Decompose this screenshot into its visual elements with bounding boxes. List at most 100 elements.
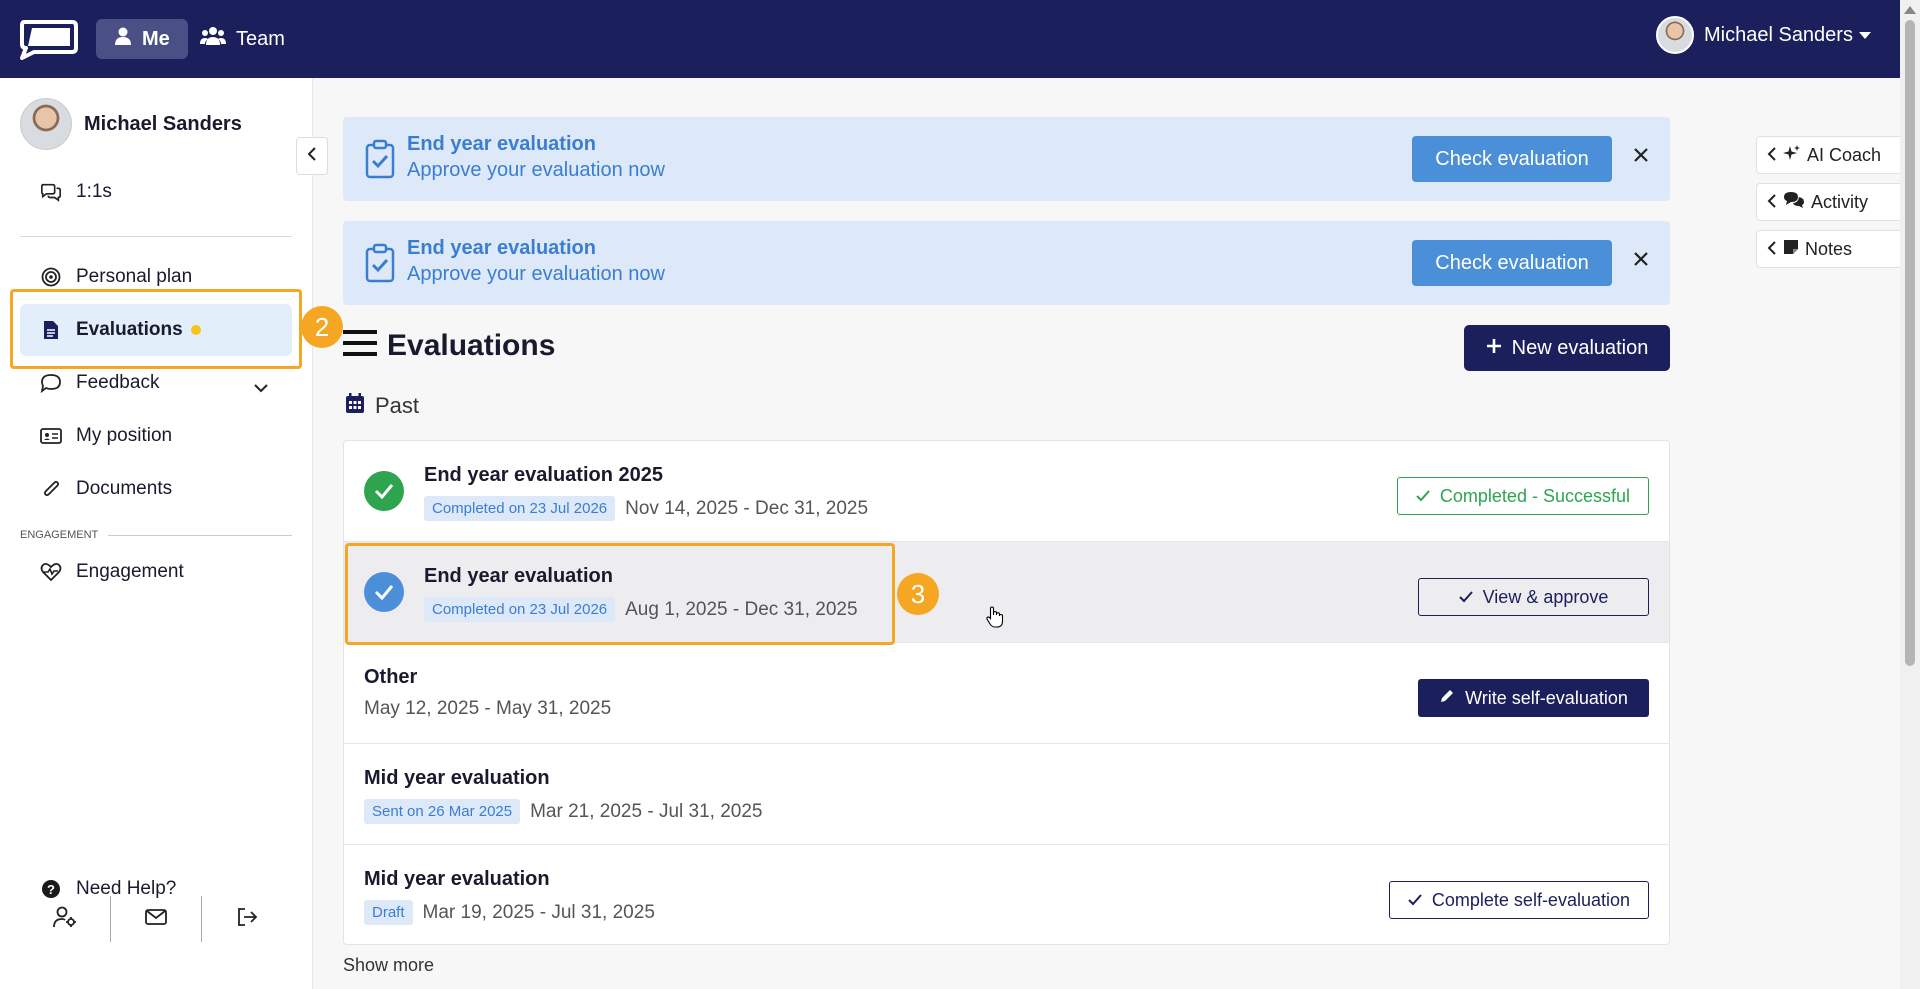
notes-label: Notes	[1805, 238, 1853, 259]
messages-button[interactable]	[111, 896, 201, 942]
target-icon	[40, 266, 62, 288]
sidebar-item-label: Documents	[76, 478, 173, 499]
pencil-icon	[1439, 688, 1455, 709]
chevron-left-icon	[1767, 145, 1777, 166]
id-card-icon	[40, 425, 62, 447]
list-item[interactable]: End year evaluation 2025 Completed on 23…	[344, 441, 1669, 542]
scroll-up-icon[interactable]	[1904, 6, 1916, 14]
evaluation-title: Other	[364, 666, 418, 688]
section-heading-past: Past	[345, 392, 419, 420]
list-item[interactable]: Mid year evaluation Draft Mar 19, 2025 -…	[344, 845, 1669, 946]
list-item[interactable]: Mid year evaluation Sent on 26 Mar 2025 …	[344, 744, 1669, 845]
caret-down-icon	[1858, 31, 1871, 39]
logout-button[interactable]	[202, 896, 292, 942]
sidebar-profile[interactable]: Michael Sanders	[20, 98, 242, 150]
banner-title: End year evaluation	[407, 237, 596, 259]
evaluation-meta: May 12, 2025 - May 31, 2025	[364, 698, 611, 720]
ai-coach-label: AI Coach	[1807, 144, 1882, 165]
evaluation-meta: Sent on 26 Mar 2025 Mar 21, 2025 - Jul 3…	[364, 799, 762, 824]
write-self-evaluation-button[interactable]: Write self-evaluation	[1418, 679, 1649, 717]
sidebar-item-documents[interactable]: Documents	[20, 463, 292, 515]
evaluation-meta: Completed on 23 Jul 2026 Nov 14, 2025 - …	[424, 496, 868, 521]
chevron-down-icon[interactable]	[254, 377, 268, 399]
user-icon	[114, 27, 132, 51]
chevron-left-icon	[1767, 239, 1777, 260]
evaluation-dates: May 12, 2025 - May 31, 2025	[364, 698, 612, 719]
sticky-note-icon	[1783, 239, 1799, 260]
sidebar-item-label: Engagement	[76, 561, 184, 582]
team-icon	[200, 26, 226, 52]
evaluation-banner: End year evaluation Approve your evaluat…	[343, 117, 1670, 201]
sidebar-item-engagement[interactable]: Engagement	[20, 546, 292, 598]
evaluation-dates: Nov 14, 2025 - Dec 31, 2025	[625, 497, 869, 519]
user-settings-button[interactable]	[20, 896, 110, 942]
banner-subtitle: Approve your evaluation now	[407, 159, 665, 181]
banner-subtitle: Approve your evaluation now	[407, 263, 665, 285]
scroll-thumb[interactable]	[1905, 20, 1915, 666]
check-icon	[1416, 486, 1430, 507]
view-approve-button[interactable]: View & approve	[1418, 578, 1649, 616]
plus-icon	[1486, 337, 1502, 360]
status-badge: Sent on 26 Mar 2025	[364, 799, 521, 824]
sidebar-item-my-position[interactable]: My position	[20, 410, 292, 462]
evaluation-title: Mid year evaluation	[364, 767, 550, 789]
profile-name: Michael Sanders	[84, 112, 242, 135]
check-evaluation-button[interactable]: Check evaluation	[1412, 136, 1612, 182]
highlight-box	[345, 543, 895, 645]
nav-team-button[interactable]: Team	[200, 19, 285, 59]
section-heading-label: Past	[375, 393, 420, 418]
top-navbar: Me Team Michael Sanders	[0, 0, 1900, 78]
status-badge: Completed on 23 Jul 2026	[424, 496, 616, 521]
notes-tab[interactable]: Notes	[1756, 230, 1900, 268]
divider	[20, 236, 292, 237]
completed-status-button[interactable]: Completed - Successful	[1396, 477, 1649, 515]
avatar	[20, 98, 72, 150]
avatar	[1656, 16, 1694, 54]
status-badge: Draft	[364, 900, 413, 925]
new-evaluation-button[interactable]: New evaluation	[1464, 325, 1670, 371]
list-item[interactable]: Other May 12, 2025 - May 31, 2025 Write …	[344, 643, 1669, 744]
evaluation-dates: Mar 19, 2025 - Jul 31, 2025	[422, 901, 655, 923]
sidebar-item-label: Personal plan	[76, 266, 193, 287]
step-marker: 2	[301, 306, 343, 348]
nav-team-label: Team	[236, 27, 285, 50]
collapse-sidebar-button[interactable]	[296, 137, 328, 175]
sidebar-item-label: Feedback	[76, 372, 160, 393]
button-label: View & approve	[1482, 586, 1609, 607]
heart-pulse-icon	[40, 561, 62, 583]
svg-text:?: ?	[47, 882, 55, 897]
activity-tab[interactable]: Activity	[1756, 183, 1900, 221]
nav-me-button[interactable]: Me	[96, 19, 188, 59]
evaluation-title: End year evaluation 2025	[424, 464, 664, 486]
chevron-left-icon	[306, 146, 318, 167]
complete-self-evaluation-button[interactable]: Complete self-evaluation	[1388, 881, 1649, 919]
banner-title: End year evaluation	[407, 133, 596, 155]
section-label-text: ENGAGEMENT	[20, 529, 99, 541]
close-icon[interactable]	[1633, 147, 1649, 168]
close-icon[interactable]	[1633, 251, 1649, 272]
highlight-box	[10, 289, 302, 369]
app-logo-icon[interactable]	[18, 18, 78, 60]
evaluations-list: End year evaluation 2025 Completed on 23…	[343, 440, 1670, 945]
user-settings-icon	[52, 906, 78, 933]
show-more-link[interactable]: Show more	[343, 955, 434, 976]
check-icon	[1458, 587, 1473, 608]
sidebar: Michael Sanders 1:1s Personal plan Evalu…	[0, 78, 313, 989]
sidebar-item-label: My position	[76, 425, 173, 446]
calendar-icon	[345, 392, 365, 420]
sidebar-item-1on1s[interactable]: 1:1s	[20, 166, 292, 218]
new-evaluation-label: New evaluation	[1511, 336, 1649, 359]
ai-coach-tab[interactable]: AI Coach	[1756, 136, 1900, 174]
user-menu[interactable]: Michael Sanders	[1656, 16, 1871, 54]
activity-label: Activity	[1811, 191, 1869, 212]
clipboard-check-icon	[365, 139, 395, 184]
logout-icon	[236, 907, 258, 932]
sidebar-item-label: 1:1s	[76, 181, 112, 202]
page-scrollbar[interactable]	[1900, 0, 1920, 989]
comments-icon	[1783, 191, 1805, 214]
check-evaluation-button[interactable]: Check evaluation	[1412, 240, 1612, 286]
envelope-icon	[145, 908, 167, 931]
hamburger-icon[interactable]	[342, 328, 378, 363]
hand-cursor-icon	[986, 606, 1004, 633]
check-icon	[1408, 890, 1422, 911]
